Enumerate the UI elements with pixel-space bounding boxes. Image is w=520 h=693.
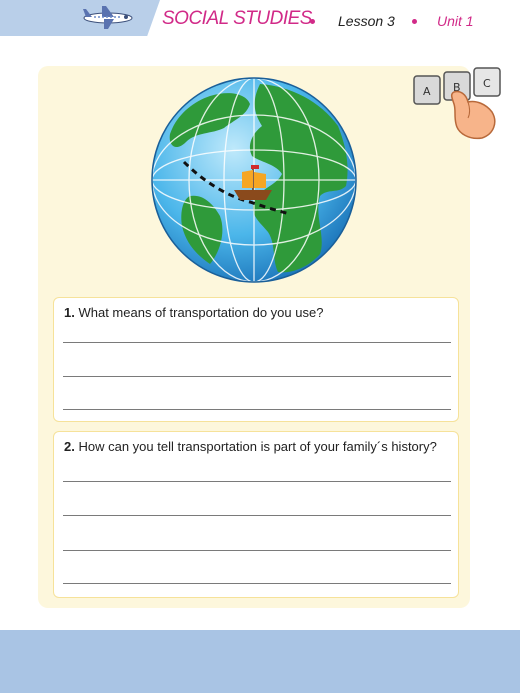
abc-keys-illustration: A B C: [413, 67, 501, 140]
lesson-label: Lesson 3: [338, 13, 395, 29]
question-number: 2.: [64, 439, 75, 454]
globe-illustration: [151, 77, 357, 283]
separator-dot: [412, 19, 417, 24]
answer-line[interactable]: [63, 409, 451, 410]
question-box-2: 2. How can you tell transportation is pa…: [53, 431, 459, 598]
answer-line[interactable]: [63, 550, 451, 551]
question-1: 1. What means of transportation do you u…: [64, 305, 323, 320]
airplane-icon: [83, 6, 133, 29]
unit-label: Unit 1: [437, 13, 474, 29]
question-2: 2. How can you tell transportation is pa…: [64, 439, 437, 454]
question-text: What means of transportation do you use?: [78, 305, 324, 320]
svg-text:C: C: [483, 77, 491, 90]
footer-band: [0, 630, 520, 693]
page-header: SOCIAL STUDIES Lesson 3 Unit 1: [0, 0, 520, 40]
svg-text:A: A: [423, 85, 431, 98]
separator-dot: [310, 19, 315, 24]
subject-title: SOCIAL STUDIES: [162, 8, 312, 29]
answer-line[interactable]: [63, 342, 451, 343]
answer-line[interactable]: [63, 481, 451, 482]
answer-line[interactable]: [63, 515, 451, 516]
question-text: How can you tell transportation is part …: [78, 439, 437, 454]
answer-line[interactable]: [63, 583, 451, 584]
question-box-1: 1. What means of transportation do you u…: [53, 297, 459, 422]
answer-line[interactable]: [63, 376, 451, 377]
question-number: 1.: [64, 305, 75, 320]
